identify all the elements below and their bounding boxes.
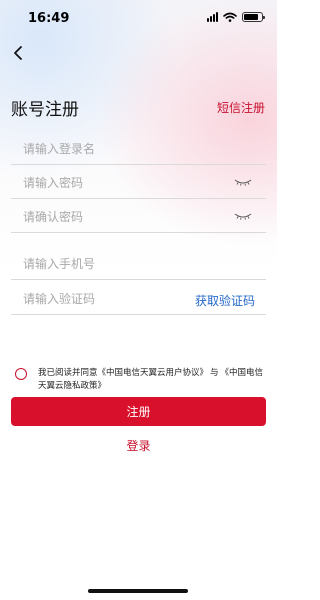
confirm-password-input[interactable] <box>23 206 213 228</box>
page-title: 账号注册 <box>11 100 79 120</box>
signal-icon <box>207 12 218 22</box>
agreement-text: 我已阅读并同意《中国电信天翼云用户协议》与《中国电信天翼云隐私政策》 <box>38 367 266 393</box>
back-icon <box>14 46 22 60</box>
user-agreement-link[interactable]: 《中国电信天翼云用户协议》 <box>98 368 209 378</box>
sms-register-link[interactable]: 短信注册 <box>217 99 265 116</box>
eye-closed-icon[interactable] <box>234 212 252 220</box>
battery-icon <box>242 12 265 22</box>
status-bar: 16:49 <box>0 0 277 36</box>
password-input[interactable] <box>23 172 213 194</box>
status-icons <box>207 12 265 22</box>
confirm-password-field <box>11 202 266 233</box>
get-code-button[interactable]: 获取验证码 <box>195 292 255 309</box>
register-screen: 16:49 账号注册 短信注册 请输入登录名 请输入手机号 请输入验证码 获取验… <box>0 0 277 600</box>
login-link[interactable]: 登录 <box>0 437 277 454</box>
username-field <box>11 134 266 165</box>
radio-unchecked-icon[interactable] <box>15 368 27 380</box>
username-input[interactable] <box>23 138 213 160</box>
eye-closed-icon[interactable] <box>234 178 252 186</box>
home-indicator <box>88 589 188 593</box>
password-field <box>11 168 266 199</box>
verification-code-input[interactable] <box>23 288 213 310</box>
wifi-icon <box>223 12 237 22</box>
battery-fill <box>244 14 258 20</box>
status-time: 16:49 <box>28 11 70 26</box>
back-button[interactable] <box>8 42 28 64</box>
register-button[interactable]: 注册 <box>11 397 266 426</box>
phone-field <box>11 249 266 280</box>
agreement-prefix: 我已阅读并同意 <box>38 368 98 378</box>
agreement-conjunction: 与 <box>210 368 219 378</box>
phone-input[interactable] <box>23 253 213 275</box>
verification-code-field: 获取验证码 <box>11 284 266 315</box>
